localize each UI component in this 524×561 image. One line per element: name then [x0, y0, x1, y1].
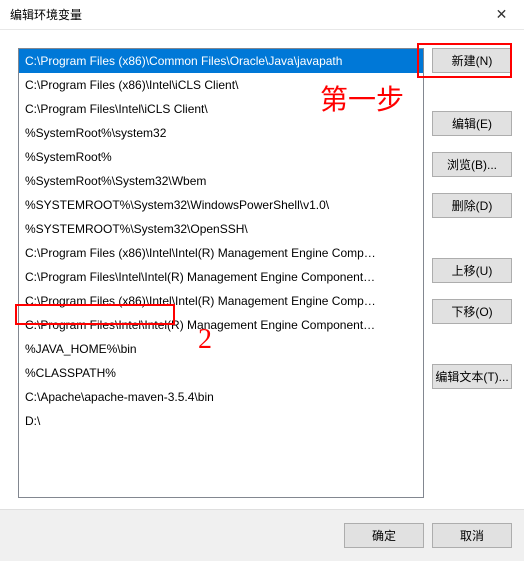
list-item[interactable]: C:\Program Files\Intel\iCLS Client\ — [19, 97, 423, 121]
list-item[interactable]: C:\Program Files (x86)\Intel\Intel(R) Ma… — [19, 241, 423, 265]
list-item[interactable]: %SystemRoot%\system32 — [19, 121, 423, 145]
ok-button[interactable]: 确定 — [344, 523, 424, 548]
list-item[interactable]: %CLASSPATH% — [19, 361, 423, 385]
window-title: 编辑环境变量 — [10, 6, 82, 23]
delete-button[interactable]: 删除(D) — [432, 193, 512, 218]
list-item[interactable]: D:\ — [19, 409, 423, 433]
browse-button[interactable]: 浏览(B)... — [432, 152, 512, 177]
list-item[interactable]: %JAVA_HOME%\bin — [19, 337, 423, 361]
edit-text-button[interactable]: 编辑文本(T)... — [432, 364, 512, 389]
list-item[interactable]: C:\Program Files (x86)\Intel\iCLS Client… — [19, 73, 423, 97]
new-button[interactable]: 新建(N) — [432, 48, 512, 73]
list-item[interactable]: C:\Program Files (x86)\Common Files\Orac… — [19, 49, 423, 73]
move-up-button[interactable]: 上移(U) — [432, 258, 512, 283]
list-item[interactable]: %SystemRoot%\System32\Wbem — [19, 169, 423, 193]
list-item[interactable]: %SYSTEMROOT%\System32\WindowsPowerShell\… — [19, 193, 423, 217]
list-item[interactable]: C:\Program Files\Intel\Intel(R) Manageme… — [19, 313, 423, 337]
dialog-footer: 确定 取消 — [0, 509, 524, 561]
list-item[interactable]: %SYSTEMROOT%\System32\OpenSSH\ — [19, 217, 423, 241]
content-area: C:\Program Files (x86)\Common Files\Orac… — [0, 30, 524, 500]
close-icon: ✕ — [496, 6, 508, 23]
list-item[interactable]: C:\Program Files\Intel\Intel(R) Manageme… — [19, 265, 423, 289]
titlebar: 编辑环境变量 ✕ — [0, 0, 524, 30]
cancel-button[interactable]: 取消 — [432, 523, 512, 548]
close-button[interactable]: ✕ — [479, 0, 524, 30]
list-item[interactable]: C:\Apache\apache-maven-3.5.4\bin — [19, 385, 423, 409]
list-item[interactable]: C:\Program Files (x86)\Intel\Intel(R) Ma… — [19, 289, 423, 313]
path-listbox[interactable]: C:\Program Files (x86)\Common Files\Orac… — [18, 48, 424, 498]
button-column: 新建(N) 编辑(E) 浏览(B)... 删除(D) 上移(U) 下移(O) 编… — [432, 48, 512, 490]
edit-button[interactable]: 编辑(E) — [432, 111, 512, 136]
list-item[interactable]: %SystemRoot% — [19, 145, 423, 169]
move-down-button[interactable]: 下移(O) — [432, 299, 512, 324]
